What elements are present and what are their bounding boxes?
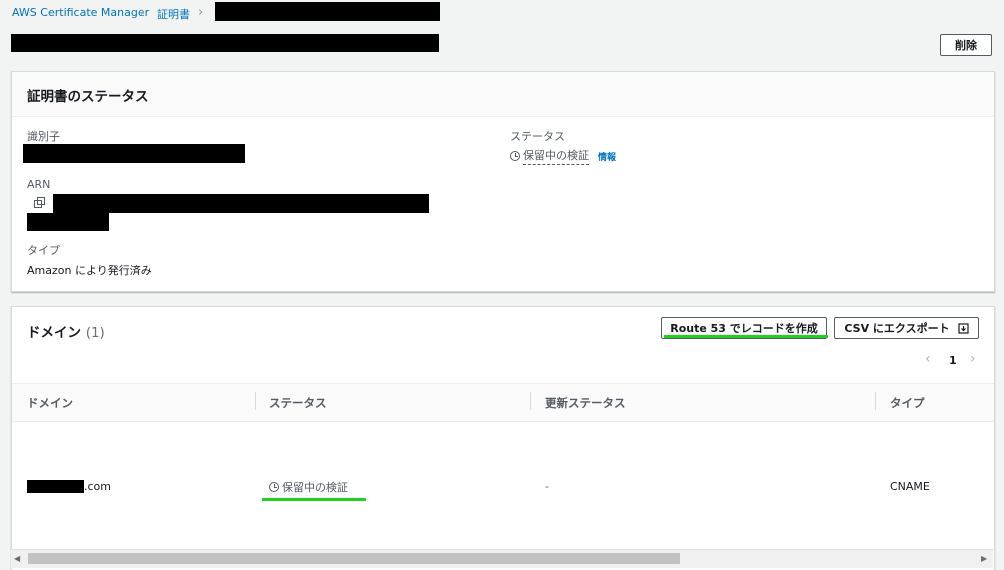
domain-panel: ドメイン (1) Route 53 でレコードを作成 CSV にエクスポート ‹… (11, 306, 995, 570)
certificate-status-panel: 証明書のステータス 識別子 ARN タイプ Amazon により発行済み ステー… (11, 71, 995, 292)
column-divider[interactable] (530, 392, 531, 410)
column-divider[interactable] (875, 392, 876, 410)
column-header-domain[interactable]: ドメイン (27, 395, 73, 411)
type-label: タイプ (27, 244, 60, 257)
identifier-label: 識別子 (27, 130, 60, 143)
domain-panel-title: ドメイン (1) (27, 321, 105, 341)
pagination-page[interactable]: 1 (949, 354, 957, 367)
redacted-domain (27, 480, 84, 493)
column-header-renewal-status[interactable]: 更新ステータス (545, 395, 626, 411)
scroll-right-icon[interactable]: ▶ (981, 554, 987, 563)
delete-button[interactable]: 削除 (940, 34, 992, 56)
clock-icon (510, 151, 520, 161)
scrollbar-thumb[interactable] (28, 553, 680, 564)
domain-count: (1) (85, 325, 105, 341)
table-row: .com 保留中の検証 - CNAME (12, 421, 994, 549)
column-header-status[interactable]: ステータス (269, 395, 327, 411)
status-value: 保留中の検証 情報 (510, 147, 616, 165)
status-text[interactable]: 保留中の検証 (523, 147, 589, 165)
column-header-type[interactable]: タイプ (890, 395, 925, 411)
clock-icon (269, 482, 279, 492)
breadcrumb-certificates-link[interactable]: 証明書 (157, 6, 190, 22)
redacted-breadcrumb-id (215, 2, 440, 21)
chevron-right-icon: › (198, 5, 204, 20)
download-icon (958, 322, 969, 334)
row-renewal-status: - (545, 480, 549, 493)
export-csv-button[interactable]: CSV にエクスポート (834, 317, 979, 339)
csv-button-label: CSV にエクスポート (844, 322, 950, 335)
pagination-next-icon[interactable]: › (970, 351, 976, 367)
status-panel-title: 証明書のステータス (27, 89, 149, 105)
copy-icon-back (37, 197, 45, 205)
redacted-identifier (23, 144, 245, 163)
status-label: ステータス (510, 130, 565, 143)
domain-suffix: .com (84, 480, 111, 493)
route53-button-label: Route 53 でレコードを作成 (670, 322, 818, 335)
type-value: Amazon により発行済み (27, 264, 152, 277)
redacted-arn-line1 (53, 194, 429, 213)
table-header (12, 383, 994, 422)
row-status-text: 保留中の検証 (282, 481, 348, 494)
info-link[interactable]: 情報 (598, 150, 616, 163)
arn-label: ARN (27, 178, 51, 191)
highlight-underline-status (262, 498, 366, 501)
horizontal-scrollbar[interactable]: ◀ ▶ (11, 549, 993, 568)
highlight-underline-route53 (664, 335, 828, 338)
redacted-arn-line2 (27, 213, 109, 231)
scroll-left-icon[interactable]: ◀ (14, 554, 20, 563)
chevron-right-icon: › (140, 5, 146, 20)
row-type: CNAME (890, 480, 930, 493)
redacted-page-title (11, 34, 439, 52)
column-divider[interactable] (255, 392, 256, 410)
pagination-prev-icon[interactable]: ‹ (925, 351, 931, 367)
panel-header (12, 72, 994, 117)
breadcrumb-service-link[interactable]: AWS Certificate Manager (12, 6, 149, 19)
domain-title-text: ドメイン (27, 325, 81, 341)
row-status: 保留中の検証 (269, 479, 348, 495)
